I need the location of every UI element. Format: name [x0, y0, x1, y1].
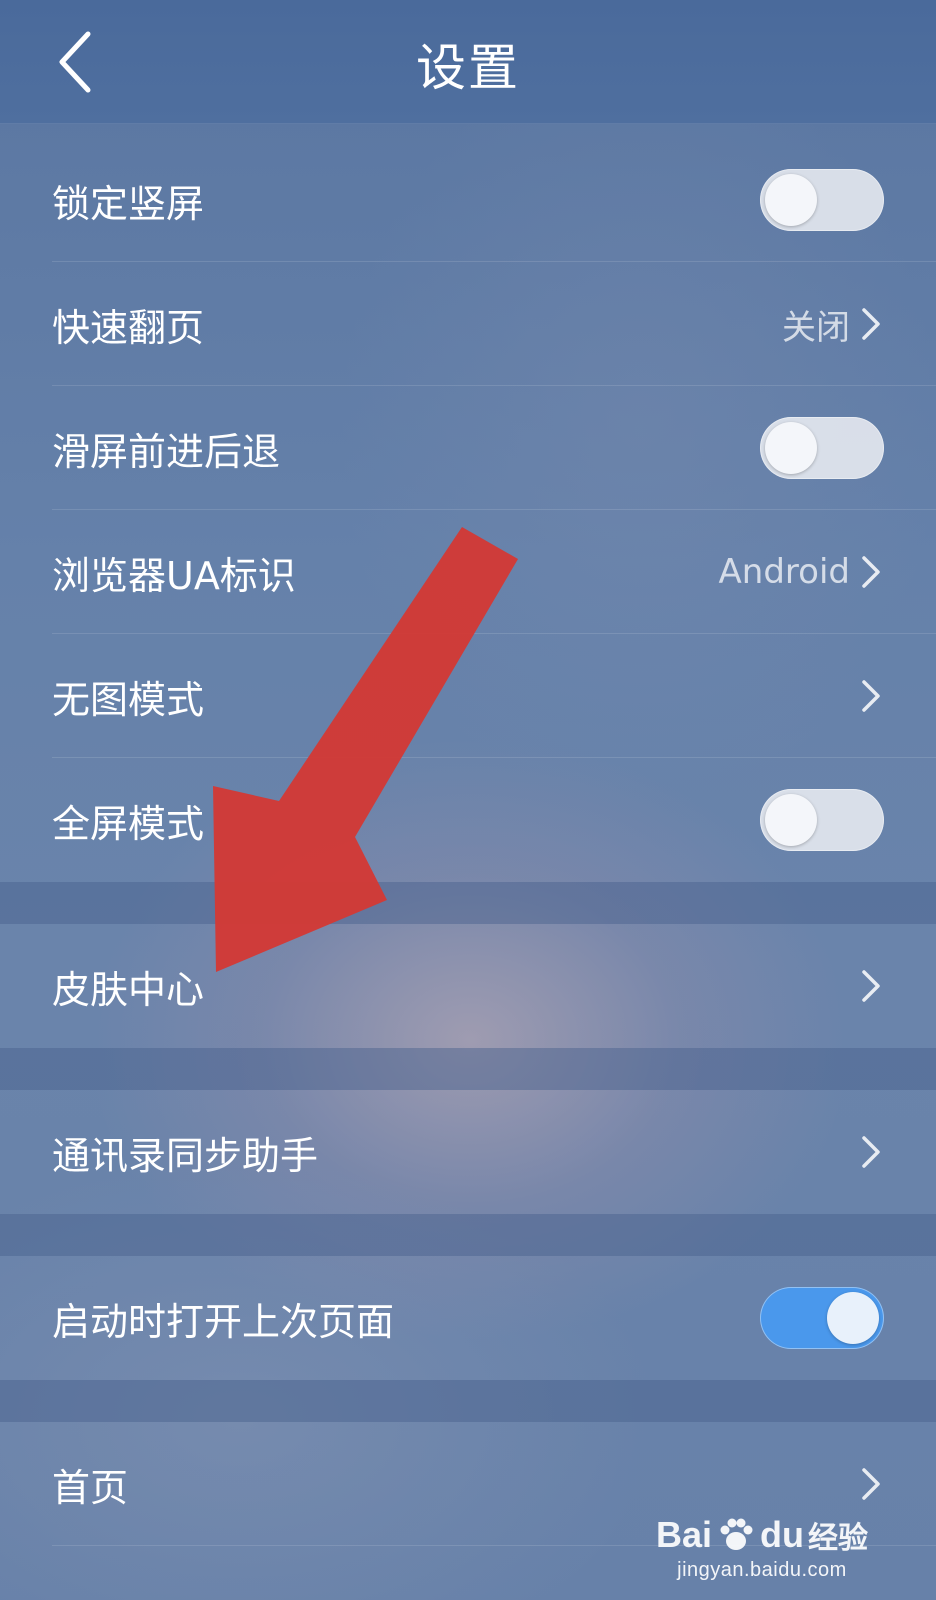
row-label: 无图模式 — [52, 677, 205, 722]
watermark-logo-du: du — [760, 1514, 804, 1555]
watermark-url: jingyan.baidu.com — [677, 1559, 847, 1581]
chevron-right-icon — [858, 966, 884, 1006]
restore-last-page-toggle[interactable] — [760, 1287, 884, 1349]
row-label: 首页 — [52, 1465, 129, 1510]
chevron-right-icon — [858, 304, 884, 344]
chevron-right-icon — [858, 676, 884, 716]
paw-icon — [716, 1515, 756, 1555]
baidu-jingyan-watermark: Bai du 经验 jingyan.baidu.com — [656, 1513, 868, 1582]
watermark-logo-bai: Bai — [655, 1514, 713, 1555]
swipe-navigation-toggle[interactable] — [760, 417, 884, 479]
row-value: 关闭 — [782, 307, 850, 348]
section-gap — [0, 1048, 936, 1090]
fullscreen-mode-toggle[interactable] — [760, 789, 884, 851]
watermark-logo: Bai du 经验 — [656, 1513, 868, 1557]
row-label: 通讯录同步助手 — [52, 1133, 319, 1178]
row-contacts-sync[interactable]: 通讯录同步助手 — [0, 1090, 936, 1214]
row-restore-last-page[interactable]: 启动时打开上次页面 — [0, 1256, 936, 1380]
page-title: 设置 — [416, 39, 520, 97]
row-lock-portrait[interactable]: 锁定竖屏 — [0, 138, 936, 262]
row-label: 全屏模式 — [52, 801, 205, 846]
section-gap — [0, 1380, 936, 1422]
toggle-knob — [765, 422, 817, 474]
toggle-knob — [765, 174, 817, 226]
row-skin-center[interactable]: 皮肤中心 — [0, 924, 936, 1048]
row-label: 滑屏前进后退 — [52, 429, 281, 474]
settings-list: 锁定竖屏 快速翻页 关闭 滑屏前进后退 浏览器UA标识 Android 无图模式… — [0, 138, 936, 1546]
section-gap — [0, 1214, 936, 1256]
toggle-knob — [765, 794, 817, 846]
chevron-right-icon — [858, 1132, 884, 1172]
row-label: 锁定竖屏 — [52, 181, 205, 226]
row-label: 浏览器UA标识 — [52, 553, 296, 598]
toggle-knob — [827, 1292, 879, 1344]
lock-portrait-toggle[interactable] — [760, 169, 884, 231]
chevron-right-icon — [858, 552, 884, 592]
row-fullscreen-mode[interactable]: 全屏模式 — [0, 758, 936, 882]
watermark-logo-suffix: 经验 — [808, 1522, 868, 1555]
row-quick-page-turn[interactable]: 快速翻页 关闭 — [0, 262, 936, 386]
row-no-image-mode[interactable]: 无图模式 — [0, 634, 936, 758]
section-gap — [0, 882, 936, 924]
row-label: 皮肤中心 — [52, 967, 205, 1012]
row-value: Android — [718, 552, 850, 592]
row-swipe-navigation[interactable]: 滑屏前进后退 — [0, 386, 936, 510]
chevron-right-icon — [858, 1464, 884, 1504]
header-bar: 设置 — [0, 0, 936, 124]
row-user-agent[interactable]: 浏览器UA标识 Android — [0, 510, 936, 634]
row-label: 启动时打开上次页面 — [52, 1299, 395, 1344]
row-label: 快速翻页 — [52, 305, 205, 350]
